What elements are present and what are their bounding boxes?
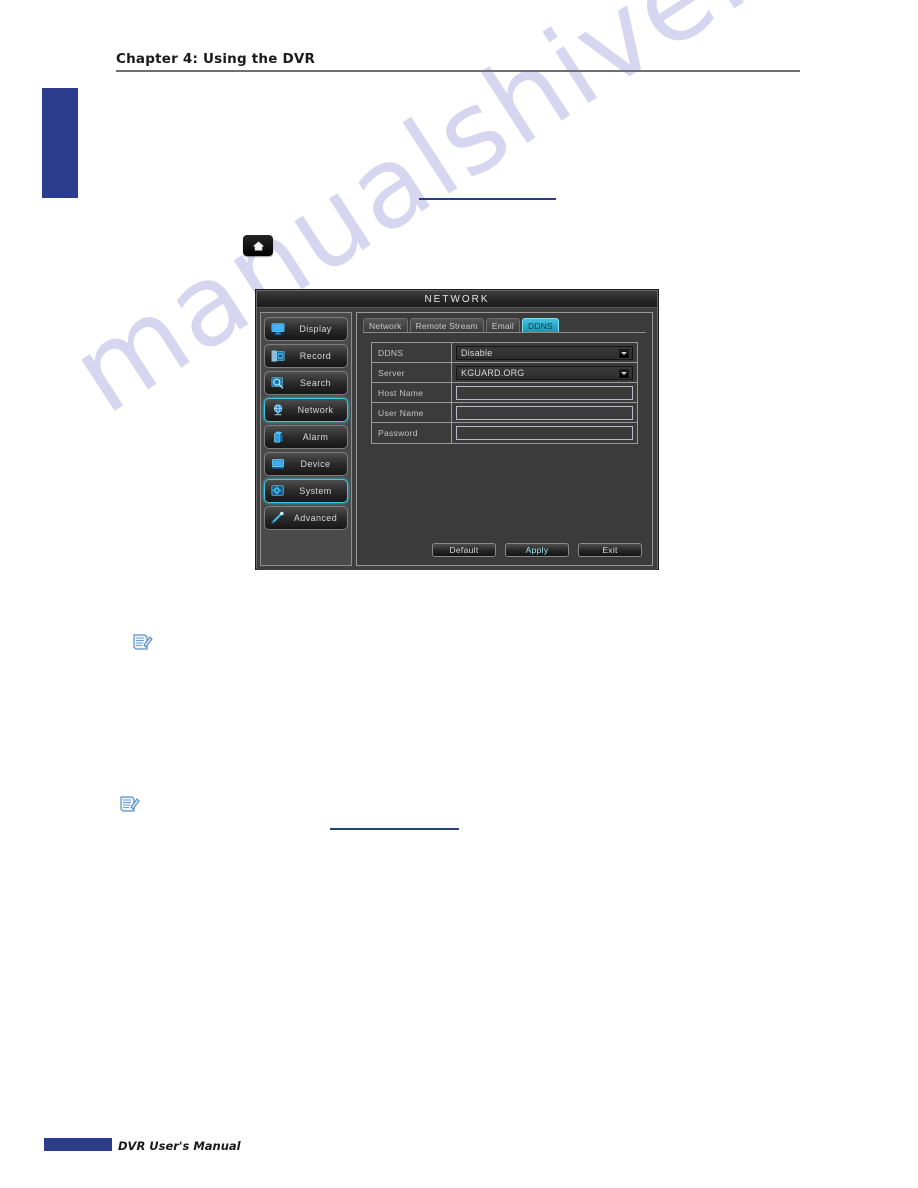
server-select-value: KGUARD.ORG <box>461 367 525 378</box>
record-icon <box>268 347 288 365</box>
chevron-down-icon[interactable] <box>618 367 630 379</box>
sidebar-item-record[interactable]: Record <box>264 344 348 368</box>
form-row-user-name: User Name <box>372 403 637 423</box>
host-name-input[interactable] <box>456 385 633 400</box>
footer-marker <box>44 1138 112 1151</box>
home-button[interactable] <box>243 235 273 256</box>
default-button[interactable]: Default <box>432 543 496 557</box>
ddns-form: DDNS Disable Server KGUARD.ORG Host Name… <box>371 342 638 444</box>
magnifier-icon <box>268 374 288 392</box>
sidebar-item-label: Alarm <box>302 432 329 442</box>
form-row-password: Password <box>372 423 637 443</box>
dialog-sidebar: Display Record Search Network Alarm Devi… <box>260 312 352 566</box>
form-row-host-name: Host Name <box>372 383 637 403</box>
server-select[interactable]: KGUARD.ORG <box>456 365 633 380</box>
exit-button[interactable]: Exit <box>578 543 642 557</box>
sidebar-item-label: Advanced <box>293 513 338 523</box>
tab-network[interactable]: Network <box>363 318 408 333</box>
alarm-icon <box>268 428 288 446</box>
apply-button[interactable]: Apply <box>505 543 569 557</box>
field-label: DDNS <box>372 343 452 362</box>
sidebar-item-network[interactable]: Network <box>264 398 348 422</box>
dialog-button-row: Default Apply Exit <box>363 543 646 560</box>
footer-label: DVR User's Manual <box>118 1139 241 1153</box>
sidebar-item-label: Search <box>300 378 331 388</box>
tab-bar: Network Remote Stream Email DDNS <box>363 318 646 333</box>
field-label: Server <box>372 363 452 382</box>
wrench-icon <box>268 509 288 527</box>
ddns-select[interactable]: Disable <box>456 345 633 360</box>
sidebar-item-display[interactable]: Display <box>264 317 348 341</box>
sidebar-item-label: Record <box>299 351 332 361</box>
chevron-down-icon[interactable] <box>618 347 630 359</box>
dvr-network-dialog: NETWORK Display Record Search Network Al… <box>256 290 658 570</box>
tab-bar-divider <box>363 332 646 333</box>
header-divider <box>116 70 800 72</box>
form-row-ddns: DDNS Disable <box>372 343 637 363</box>
page-side-tab-marker <box>42 88 78 198</box>
page-title: Chapter 4: Using the DVR <box>116 51 316 67</box>
sidebar-item-advanced[interactable]: Advanced <box>264 506 348 530</box>
form-row-server: Server KGUARD.ORG <box>372 363 637 383</box>
tab-remote-stream[interactable]: Remote Stream <box>409 318 484 333</box>
tab-ddns[interactable]: DDNS <box>521 318 559 333</box>
sidebar-item-alarm[interactable]: Alarm <box>264 425 348 449</box>
ddns-select-value: Disable <box>461 347 493 358</box>
field-label: User Name <box>372 403 452 422</box>
globe-icon <box>268 401 288 419</box>
password-input[interactable] <box>456 426 633 440</box>
dialog-main-panel: Network Remote Stream Email DDNS DDNS Di… <box>356 312 653 566</box>
device-icon <box>268 455 288 473</box>
sidebar-item-label: Display <box>299 324 332 334</box>
note-pencil-icon <box>118 794 140 814</box>
field-label: Password <box>372 423 452 443</box>
sidebar-item-system[interactable]: System <box>264 479 348 503</box>
monitor-icon <box>268 320 288 338</box>
hyperlink-underline-bottom[interactable] <box>330 828 459 830</box>
tab-email[interactable]: Email <box>485 318 520 333</box>
sidebar-item-label: System <box>299 486 332 496</box>
sidebar-item-search[interactable]: Search <box>264 371 348 395</box>
dialog-title: NETWORK <box>257 291 657 308</box>
sidebar-item-label: Network <box>297 405 334 415</box>
user-name-input[interactable] <box>456 405 633 420</box>
sidebar-item-label: Device <box>300 459 331 469</box>
field-label: Host Name <box>372 383 452 402</box>
gear-icon <box>268 482 288 500</box>
home-icon <box>252 241 264 250</box>
sidebar-item-device[interactable]: Device <box>264 452 348 476</box>
note-pencil-icon <box>131 632 153 652</box>
hyperlink-underline-top[interactable] <box>419 198 556 200</box>
